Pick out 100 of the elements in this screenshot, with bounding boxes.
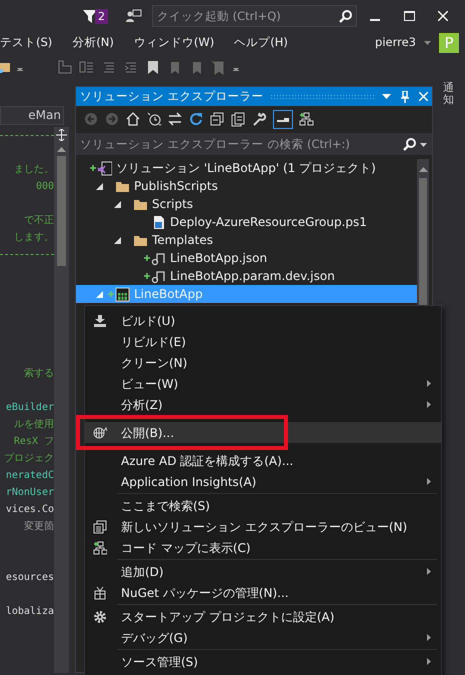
bookmark-icon[interactable] xyxy=(145,60,160,74)
menu-item[interactable]: ビルド(U) xyxy=(85,310,441,331)
columns-icon[interactable] xyxy=(79,60,94,74)
indent-icon[interactable] xyxy=(123,60,138,74)
menu-item[interactable]: 追加(D) xyxy=(85,561,441,582)
menu-item[interactable]: Application Insights(A) xyxy=(85,471,441,492)
menu-item[interactable]: コード マップに表示(C) xyxy=(85,537,441,558)
menu-item[interactable]: 分析(Z) xyxy=(85,394,441,415)
copy-icon[interactable] xyxy=(231,112,246,126)
caret-icon[interactable] xyxy=(420,143,427,147)
menu-item[interactable]: ウィンドウ(W) xyxy=(134,34,224,52)
code-line: esources xyxy=(4,571,54,585)
sync-icon[interactable] xyxy=(168,112,183,126)
dropdown-caret-icon[interactable] xyxy=(382,94,391,99)
refresh-icon[interactable] xyxy=(189,112,204,126)
menu-item[interactable]: ビュー(W) xyxy=(85,373,441,394)
menu-item[interactable]: Azure AD 認証を構成する(A)... xyxy=(85,450,441,471)
menu-item[interactable]: ここまで検索(S) xyxy=(85,495,441,516)
submenu-arrow-icon xyxy=(427,380,431,387)
outdent-icon[interactable] xyxy=(57,60,72,74)
tree-item-label: LineBotApp xyxy=(134,286,203,303)
filter-icon[interactable] xyxy=(83,9,97,23)
panel-title: ソリューション エクスプローラー xyxy=(80,88,264,105)
menu-item[interactable]: リビルド(E) xyxy=(85,331,441,352)
pin-icon[interactable] xyxy=(401,90,409,102)
notification-badge: 2 xyxy=(95,8,108,24)
tree-item-label: LineBotApp.param.dev.json xyxy=(170,268,335,285)
tree-row[interactable]: Deploy-AzureResourceGroup.ps1 xyxy=(76,213,417,231)
menu-item[interactable]: 公開(B)... xyxy=(85,422,441,443)
tree-row[interactable]: ソリューション 'LineBotApp' (1 プロジェクト) xyxy=(76,159,417,177)
caret-icon[interactable] xyxy=(424,41,431,45)
history-icon[interactable] xyxy=(147,112,162,126)
menu-item[interactable]: ソース管理(S) xyxy=(85,651,441,672)
close-icon[interactable] xyxy=(419,92,428,101)
json-file-icon xyxy=(151,268,166,284)
code-map-icon[interactable] xyxy=(299,112,314,126)
submenu-arrow-icon xyxy=(427,568,431,575)
code-line: します。 xyxy=(13,231,54,245)
menu-item[interactable]: テスト(S) xyxy=(0,34,62,52)
tree-item-label: Templates xyxy=(152,232,214,249)
code-line: ResX フ xyxy=(12,435,54,449)
code-line: rNonUser xyxy=(4,486,54,500)
user-name[interactable]: pierre3 xyxy=(375,34,416,52)
wrench-icon[interactable] xyxy=(252,112,267,126)
type-dropdown[interactable]: eMan xyxy=(0,106,64,125)
split-icon[interactable] xyxy=(56,129,67,141)
menu-item[interactable]: NuGet パッケージの管理(N)... xyxy=(85,582,441,603)
scroll-up-icon[interactable] xyxy=(418,167,428,172)
tree-row[interactable]: Scripts xyxy=(76,195,417,213)
collapse-icon[interactable] xyxy=(210,112,225,126)
gift-icon xyxy=(93,586,107,600)
json-file-icon xyxy=(151,250,166,266)
lines-icon[interactable] xyxy=(101,60,116,74)
submenu-arrow-icon xyxy=(427,401,431,408)
code-line: ました。 xyxy=(13,163,54,177)
folder-icon[interactable] xyxy=(0,61,10,73)
preview-toggle-icon[interactable] xyxy=(273,110,293,128)
quick-launch-field[interactable]: クイック起動 (Ctrl+Q) xyxy=(152,5,357,27)
minimize-icon xyxy=(370,18,380,20)
plus-icon xyxy=(144,255,150,261)
expanded-arrow-icon[interactable] xyxy=(114,236,121,244)
search-icon[interactable] xyxy=(339,10,352,23)
menu-item[interactable]: スタートアップ プロジェクトに設定(A) xyxy=(85,606,441,627)
close-icon xyxy=(438,11,448,21)
expanded-arrow-icon[interactable] xyxy=(114,200,121,208)
code-line: neratedC xyxy=(4,469,54,483)
home-icon[interactable] xyxy=(126,112,141,126)
menu-item[interactable]: 分析(N) xyxy=(72,34,123,52)
solution-icon xyxy=(97,160,112,176)
scroll-thumb[interactable] xyxy=(57,156,66,266)
search-icon[interactable] xyxy=(403,138,416,151)
maximize-icon xyxy=(404,11,414,21)
code-line: 索する xyxy=(23,366,54,381)
menu-item[interactable]: デバッグ(G) xyxy=(85,627,441,648)
code-line: vices.Co xyxy=(4,503,54,517)
scroll-up-icon[interactable] xyxy=(57,147,66,152)
menu-item[interactable]: クリーン(N) xyxy=(85,352,441,373)
tree-row[interactable]: LineBotApp.param.dev.json xyxy=(76,267,417,285)
plus-icon xyxy=(108,291,114,297)
menu-item[interactable]: ヘルプ(H) xyxy=(234,34,297,52)
code-line: で不正 xyxy=(23,214,54,228)
submenu-arrow-icon xyxy=(427,478,431,485)
search-field[interactable]: ソリューション エクスプローラー の検索 (Ctrl+:) xyxy=(76,133,432,155)
globe-icon xyxy=(93,426,107,440)
menu-item[interactable]: 新しいソリューション エクスプローラーのビュー(N) xyxy=(85,516,441,537)
build-icon xyxy=(93,314,107,328)
feedback-icon[interactable] xyxy=(126,9,142,23)
code-map-icon xyxy=(93,540,107,554)
code-line: eBuilder xyxy=(4,401,54,415)
tree-row[interactable]: PublishScripts xyxy=(76,177,417,195)
script-file-icon xyxy=(151,214,166,230)
tree-row[interactable]: Templates xyxy=(76,231,417,249)
tree-item-label: Deploy-AzureResourceGroup.ps1 xyxy=(170,214,367,231)
tree-row[interactable]: LineBotApp.json xyxy=(76,249,417,267)
expanded-arrow-icon[interactable] xyxy=(96,182,103,190)
notifications-tab[interactable]: 通知 xyxy=(443,82,454,106)
window-icon xyxy=(93,520,107,534)
tree-item-label: Scripts xyxy=(152,196,194,213)
scrollbar[interactable] xyxy=(54,127,69,673)
plus-icon xyxy=(144,273,150,279)
